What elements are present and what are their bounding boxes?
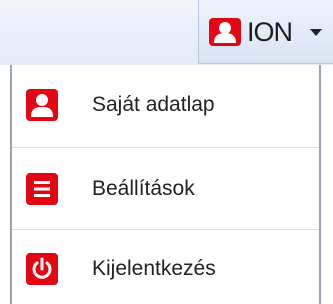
user-menu-button[interactable]: ION bbox=[198, 0, 333, 64]
menu-item-label: Kijelentkezés bbox=[92, 257, 216, 280]
user-name: ION bbox=[247, 17, 293, 47]
menu-divider bbox=[12, 147, 319, 148]
user-dropdown-menu: Saját adatlap Beállítások Kijelentkezés bbox=[0, 65, 333, 304]
page: ION Saját adatlap Beállítások Kijelentke… bbox=[0, 0, 333, 304]
caret-down-icon bbox=[310, 29, 322, 36]
user-icon bbox=[209, 18, 241, 46]
menu-divider bbox=[12, 229, 319, 230]
menu-item-label: Beállítások bbox=[92, 177, 195, 200]
menu-item-logout[interactable]: Kijelentkezés bbox=[12, 234, 319, 304]
menu-right-border bbox=[319, 65, 321, 304]
menu-item-settings[interactable]: Beállítások bbox=[12, 154, 319, 224]
power-icon bbox=[26, 253, 58, 285]
list-icon bbox=[26, 173, 58, 205]
menu-item-profile[interactable]: Saját adatlap bbox=[12, 70, 319, 140]
menu-item-label: Saját adatlap bbox=[92, 93, 215, 116]
user-icon bbox=[26, 89, 58, 121]
